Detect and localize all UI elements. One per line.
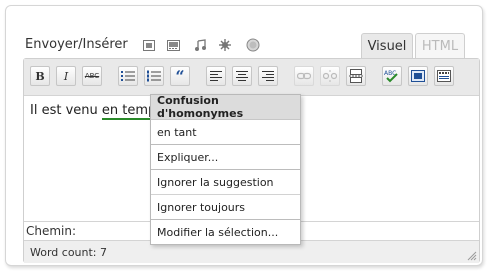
- menu-item-suggestion[interactable]: en tant: [151, 120, 300, 145]
- video-icon[interactable]: [166, 38, 180, 52]
- content-text: Il est venu: [30, 103, 102, 118]
- insert-more-button[interactable]: [346, 66, 366, 86]
- menu-title: Confusion d'homonymes: [151, 94, 300, 120]
- italic-button[interactable]: I: [56, 66, 76, 86]
- upload-insert-label: Envoyer/Insérer: [25, 37, 128, 52]
- fullscreen-icon: [411, 70, 425, 82]
- numbered-list-button[interactable]: [144, 66, 164, 86]
- bold-button[interactable]: B: [30, 66, 50, 86]
- bullet-list-icon: [121, 71, 135, 81]
- path-label: Chemin:: [26, 224, 77, 238]
- bullet-list-button[interactable]: [118, 66, 138, 86]
- word-count: Word count: 7: [30, 246, 108, 259]
- more-tag-icon: [349, 69, 363, 83]
- audio-icon[interactable]: [193, 38, 207, 52]
- numbered-list-icon: [147, 70, 161, 82]
- tab-html[interactable]: HTML: [415, 33, 465, 59]
- menu-item-ignore-suggestion[interactable]: Ignorer la suggestion: [151, 170, 300, 195]
- align-right-icon: [262, 70, 274, 81]
- spellcheck-icon: ABC: [384, 70, 398, 83]
- fullscreen-button[interactable]: [408, 66, 428, 86]
- link-icon: [297, 72, 311, 80]
- image-icon[interactable]: [142, 38, 156, 52]
- spellcheck-button[interactable]: ABC: [382, 66, 402, 86]
- align-center-icon: [236, 70, 248, 81]
- kitchen-sink-button[interactable]: [434, 66, 454, 86]
- align-center-button[interactable]: [232, 66, 252, 86]
- blockquote-button[interactable]: “: [170, 66, 190, 86]
- tab-visual[interactable]: Visuel: [361, 33, 413, 59]
- unlink-button[interactable]: [320, 66, 340, 86]
- align-left-icon: [210, 70, 222, 81]
- editor-content[interactable]: Il est venu en temps: [30, 103, 164, 120]
- strikethrough-button[interactable]: ABC: [82, 66, 102, 86]
- editor-toolbar: B I ABC “ ABC: [24, 59, 479, 96]
- menu-item-edit-selection[interactable]: Modifier la sélection...: [151, 220, 300, 244]
- record-icon[interactable]: [246, 38, 260, 52]
- align-left-button[interactable]: [206, 66, 226, 86]
- resize-handle-icon[interactable]: [467, 251, 477, 261]
- kitchen-sink-icon: [437, 70, 451, 82]
- menu-item-explain[interactable]: Expliquer...: [151, 145, 300, 170]
- menu-item-ignore-always[interactable]: Ignorer toujours: [151, 195, 300, 220]
- align-right-button[interactable]: [258, 66, 278, 86]
- insert-link-button[interactable]: [294, 66, 314, 86]
- unlink-icon: [323, 70, 337, 82]
- grammar-context-menu: Confusion d'homonymes en tant Expliquer.…: [150, 94, 301, 245]
- media-icon[interactable]: [218, 38, 232, 52]
